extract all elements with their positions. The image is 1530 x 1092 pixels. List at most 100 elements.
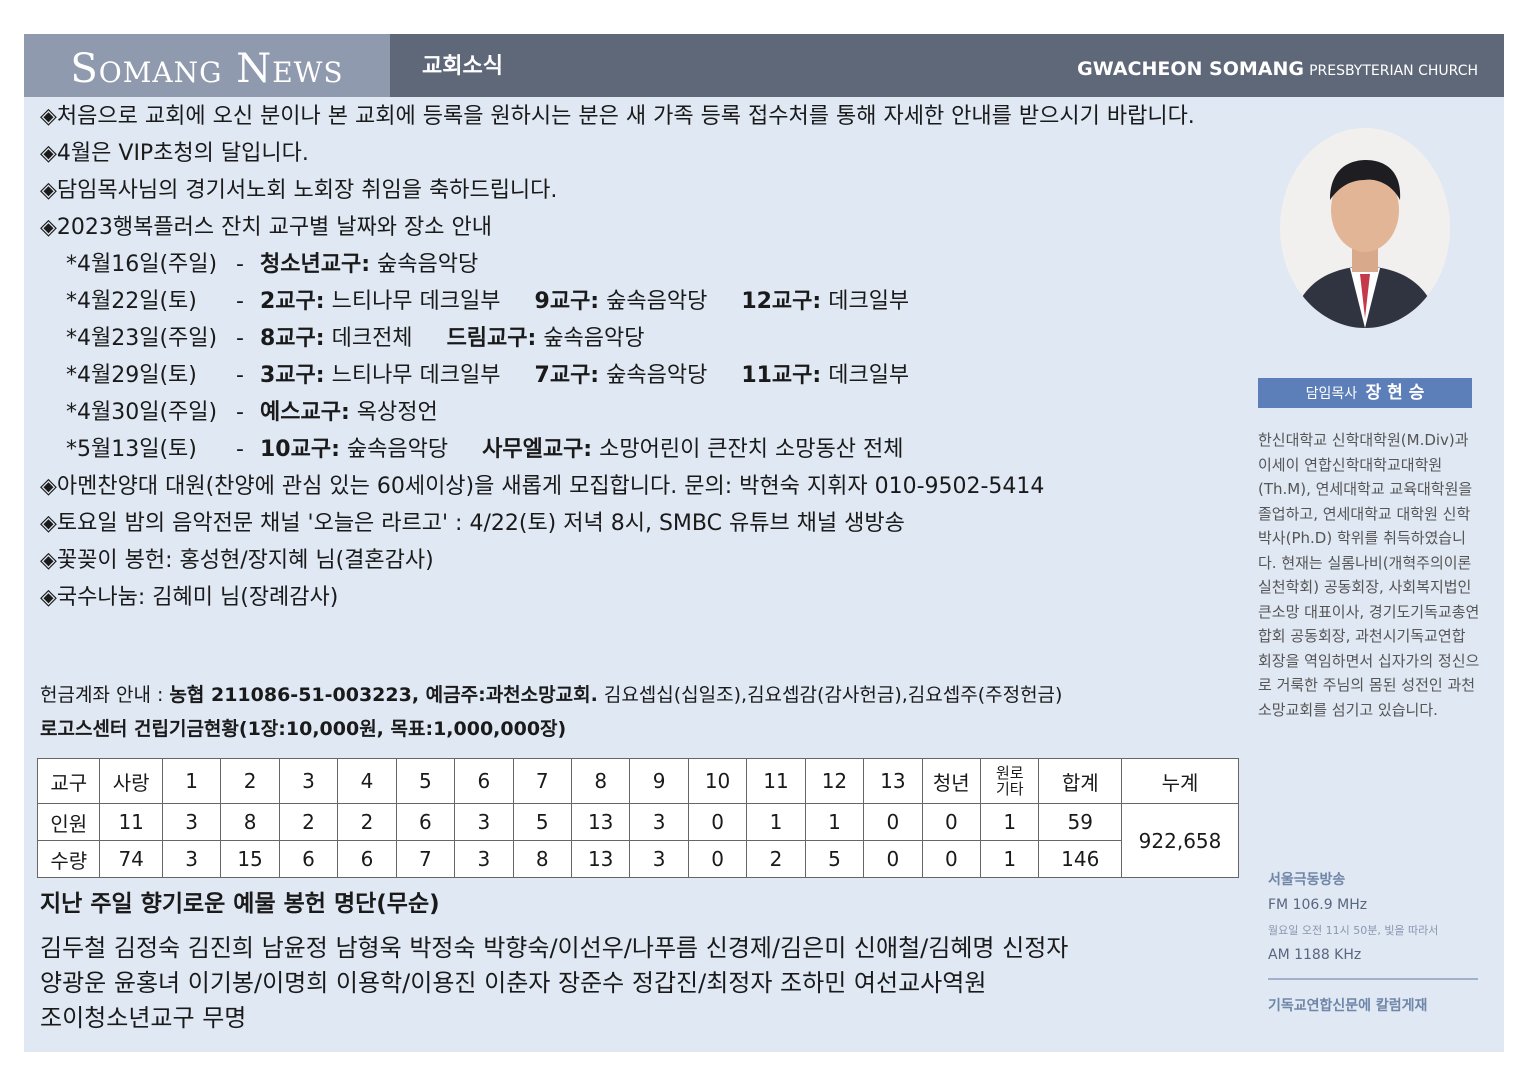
schedule-entry: 3교구: 느티나무 데크일부	[260, 357, 501, 394]
schedule-date: *4월30일(주일)	[66, 400, 218, 425]
table-cell: 3	[629, 840, 689, 878]
offering-names-line: 조이청소년교구 무명	[40, 1004, 247, 1032]
offering-account-line: 헌금계좌 안내 : 농협 211086-51-003223, 예금주:과천소망교…	[40, 678, 1062, 712]
church-name: GWACHEON SOMANG PRESBYTERIAN CHURCH	[1077, 34, 1478, 97]
schedule-place: 옥상정언	[349, 400, 438, 425]
schedule-date: *4월29일(토)	[66, 363, 197, 388]
schedule-group: 3교구:	[260, 363, 325, 388]
notice-item: ◈토요일 밤의 음악전문 채널 '오늘은 라르고' : 4/22(토) 저녁 8…	[40, 511, 905, 536]
schedule-date: *4월16일(주일)	[66, 252, 218, 277]
table-header-cell: 10	[687, 758, 748, 804]
pastor-nameplate: 담임목사 장 현 승	[1258, 378, 1472, 408]
table-header-cell: 6	[454, 758, 514, 804]
table-header-cell: 9	[629, 758, 689, 804]
table-header-cell: 3	[278, 758, 339, 804]
schedule-group: 2교구:	[260, 289, 325, 314]
schedule-row: *4월29일(토) -3교구: 느티나무 데크일부 7교구: 숲속음악당 11교구: …	[66, 357, 1270, 394]
pastor-bio: 한신대학교 신학대학원(M.Div)과 이세이 연합신학대학교대학원(Th.M)…	[1258, 431, 1480, 719]
column-note: 기독교연합신문에 칼럼게재	[1268, 998, 1428, 1014]
fund-table-body: 교구 사랑 1 2 3 4 5 6 7 8 9 10 11 12 13 청년 원로 기타 합계 누계 인원 11 3 8 2 2…	[36, 758, 1239, 878]
schedule-dash: -	[236, 289, 244, 314]
schedule-list: *4월16일(주일) - 청소년교구: 숲속음악당 *4월22일(토) -2교구: 느티…	[40, 246, 1270, 468]
table-header-cell: 2	[220, 758, 280, 804]
table-header-cell: 8	[570, 758, 631, 804]
church-name-bold: GWACHEON SOMANG	[1077, 58, 1304, 80]
table-header-cell: 원로 기타	[980, 758, 1040, 804]
table-cell: 3	[161, 803, 222, 841]
schedule-group: 11교구:	[741, 363, 822, 388]
table-header-cell: 합계	[1038, 758, 1123, 804]
table-cell: 0	[687, 803, 748, 841]
schedule-date: *4월23일(주일)	[66, 326, 218, 351]
table-header-cell: 청년	[921, 758, 982, 804]
table-cell: 6	[337, 840, 397, 878]
schedule-entry: 10교구: 숲속음악당	[260, 431, 448, 468]
table-cell: 0	[921, 840, 982, 878]
table-cell: 6	[278, 840, 339, 878]
offering-names-line: 김두철 김정숙 김진희 남윤정 남형욱 박정숙 박향숙/이선우/나푸름 신경제/…	[40, 934, 1069, 962]
schedule-group: 드림교구:	[446, 326, 537, 351]
pastor-title: 담임목사	[1305, 386, 1358, 402]
table-cell: 2	[278, 803, 339, 841]
table-header-cell: 1	[161, 758, 222, 804]
building-fund-table: 교구 사랑 1 2 3 4 5 6 7 8 9 10 11 12 13 청년 원로 기타 합계 누계 인원 11 3 8 2 2…	[36, 758, 1239, 878]
schedule-row: *4월22일(토) -2교구: 느티나무 데크일부 9교구: 숲속음악당 12교구: …	[66, 283, 1270, 320]
schedule-entry: 7교구: 숲속음악당	[535, 357, 708, 394]
table-cell: 3	[629, 803, 689, 841]
schedule-entry: 예스교구: 옥상정언	[260, 394, 438, 431]
offering-names-line: 양광운 윤홍녀 이기봉/이명희 이용학/이용진 이춘자 장준수 정갑진/최정자 …	[40, 969, 987, 997]
table-header-cell: 누계	[1121, 758, 1239, 804]
table-header-cell: 4	[337, 758, 397, 804]
table-header-cell: 7	[512, 758, 572, 804]
table-cell: 11	[99, 803, 163, 841]
pastor-name: 장 현 승	[1365, 383, 1425, 403]
schedule-group: 9교구:	[534, 289, 600, 314]
schedule-group: 7교구:	[534, 363, 600, 388]
finance-info: 헌금계좌 안내 : 농협 211086-51-003223, 예금주:과천소망교…	[40, 678, 1062, 746]
table-cell: 15	[220, 840, 280, 878]
schedule-place: 느티나무 데크일부	[324, 363, 501, 388]
table-cell: 2	[746, 840, 806, 878]
fund-title: 로고스센터 건립기금현황(1장:10,000원, 목표:1,000,000장)	[40, 718, 567, 740]
schedule-entry: 2교구: 느티나무 데크일부	[260, 283, 501, 320]
notice-item: ◈처음으로 교회에 오신 분이나 본 교회에 등록을 원하시는 분은 새 가족 …	[40, 104, 1195, 129]
table-header-cell: 교구	[36, 758, 101, 804]
radio-time: 월요일 오전 11시 50분, 빛을 따라서	[1268, 924, 1439, 937]
account-label: 헌금계좌 안내 :	[40, 684, 170, 706]
offering-list-title: 지난 주일 향기로운 예물 봉헌 명단(무순)	[40, 891, 440, 917]
section-title: 교회소식	[422, 54, 503, 79]
table-row-label: 인원	[36, 803, 101, 841]
schedule-place: 숲속음악당	[339, 437, 449, 462]
schedule-entry: 9교구: 숲속음악당	[535, 283, 708, 320]
table-header-cell: 13	[863, 758, 923, 804]
schedule-date: *5월13일(토)	[66, 437, 197, 462]
table-cell: 7	[395, 840, 456, 878]
table-cell: 5	[804, 840, 865, 878]
schedule-entry: 드림교구: 숲속음악당	[447, 320, 645, 357]
table-cell: 1	[980, 840, 1040, 878]
radio-am: AM 1188 KHz	[1268, 947, 1362, 963]
account-number: 농협 211086-51-003223, 예금주:과천소망교회.	[169, 684, 598, 706]
church-name-rest: PRESBYTERIAN CHURCH	[1309, 63, 1478, 79]
table-cell: 1	[980, 803, 1040, 841]
table-row-label: 수량	[36, 840, 101, 878]
schedule-entry: 8교구: 데크전체	[260, 320, 413, 357]
table-cell: 5	[512, 803, 572, 841]
schedule-place: 데크일부	[821, 363, 910, 388]
table-cell: 0	[863, 840, 923, 878]
table-cell: 13	[570, 840, 631, 878]
table-cell: 2	[337, 803, 397, 841]
schedule-group: 12교구:	[741, 289, 822, 314]
table-cell: 8	[220, 803, 280, 841]
cumulative-total: 922,658	[1121, 803, 1239, 878]
brand-logo: Somang News	[24, 34, 390, 97]
table-cell: 3	[161, 840, 222, 878]
table-header-cell: 11	[746, 758, 806, 804]
schedule-row: *4월16일(주일) - 청소년교구: 숲속음악당	[66, 246, 1270, 283]
table-header-cell: 5	[395, 758, 456, 804]
table-header-cell: 12	[804, 758, 865, 804]
church-news-page: Somang News 교회소식 GWACHEON SOMANG PRESBYT…	[24, 34, 1504, 1052]
schedule-dash: -	[236, 252, 244, 277]
schedule-place: 숲속음악당	[370, 252, 479, 277]
offering-types: 김요셉십(십일조),김요셉감(감사헌금),김요셉주(주정헌금)	[597, 684, 1063, 706]
